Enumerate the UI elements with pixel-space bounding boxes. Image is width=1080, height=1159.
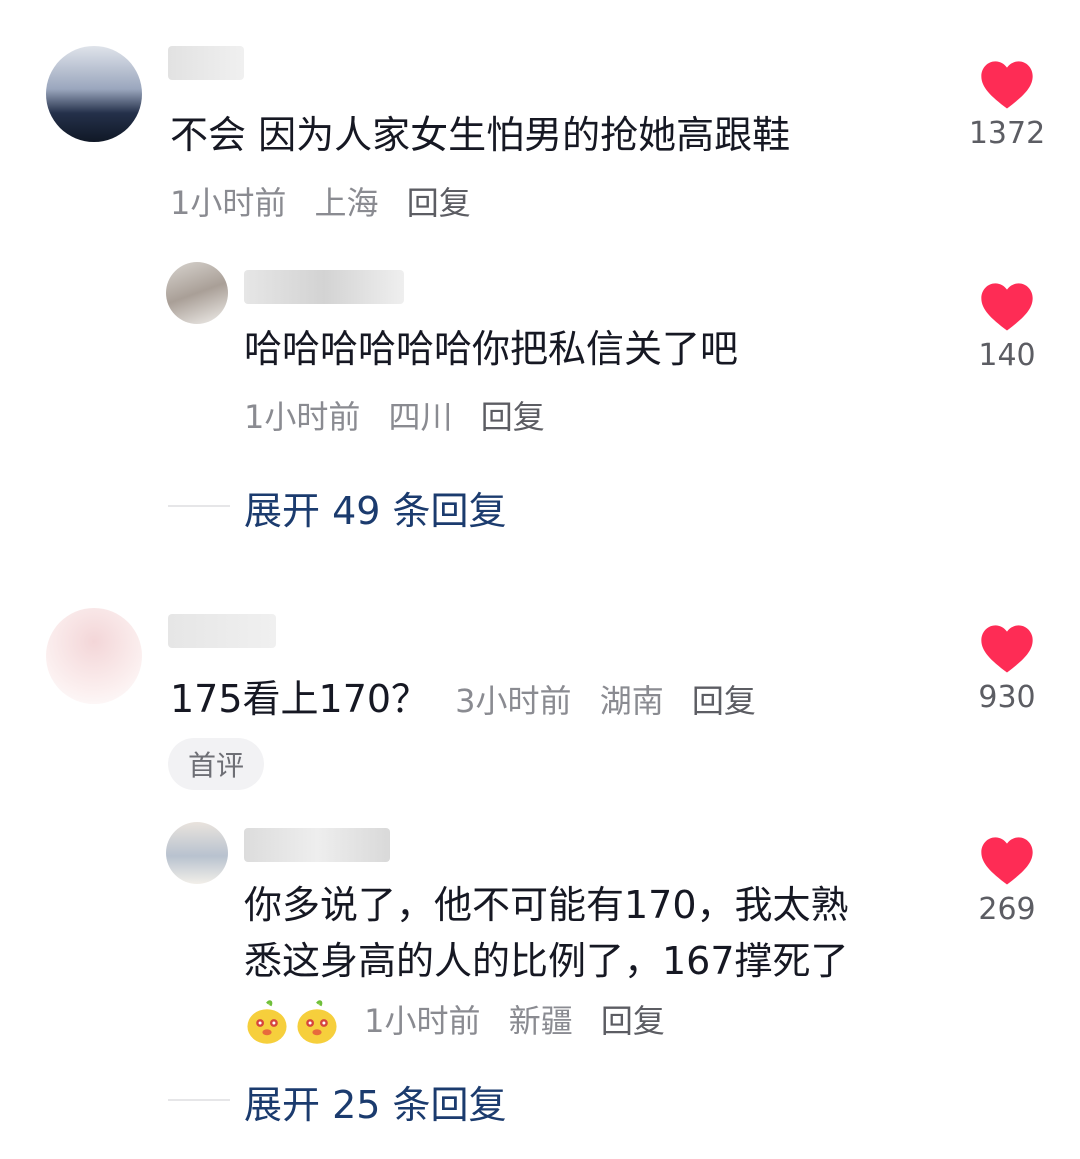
reply-button[interactable]: 回复	[692, 682, 756, 720]
reply-button[interactable]: 回复	[601, 1002, 665, 1040]
first-comment-badge: 首评	[168, 738, 265, 790]
like-button[interactable]: 140	[962, 280, 1052, 373]
heart-icon[interactable]	[979, 58, 1035, 110]
reply-username-blurred[interactable]	[244, 828, 390, 862]
reply-username-blurred[interactable]	[244, 270, 404, 304]
comment-meta: 1小时前 上海 回复	[170, 178, 471, 224]
like-button[interactable]: 269	[962, 834, 1052, 927]
username-blurred[interactable]	[168, 46, 244, 80]
comment-text: 不会 因为人家女生怕男的抢她高跟鞋	[170, 113, 791, 157]
comment-time: 3小时前	[455, 682, 572, 720]
comment-text: 175看上170？ 3小时前 湖南 回复	[170, 676, 756, 724]
like-button[interactable]: 930	[962, 622, 1052, 715]
reply-avatar[interactable]	[166, 262, 228, 324]
reply-button[interactable]: 回复	[407, 184, 471, 222]
reply-location: 四川	[388, 398, 453, 436]
expand-replies-button[interactable]: 展开 25 条回复	[244, 1074, 507, 1129]
expand-replies-button[interactable]: 展开 49 条回复	[244, 480, 507, 535]
avatar[interactable]	[46, 608, 142, 704]
reply-button[interactable]: 回复	[481, 398, 545, 436]
reply-time: 1小时前	[244, 398, 361, 436]
heart-icon[interactable]	[979, 280, 1035, 332]
chick-emoji-icon	[297, 1000, 337, 1044]
like-button[interactable]: 1372	[962, 58, 1052, 151]
like-count: 140	[978, 338, 1036, 373]
comment-text-body: 175看上170？	[170, 677, 430, 721]
like-count: 269	[978, 892, 1036, 927]
comment-time: 1小时前	[170, 184, 287, 222]
reply-avatar[interactable]	[166, 822, 228, 884]
avatar[interactable]	[46, 46, 142, 142]
reply-text: 哈哈哈哈哈哈你把私信关了吧	[244, 327, 739, 371]
username-blurred[interactable]	[168, 614, 276, 648]
heart-icon[interactable]	[979, 622, 1035, 674]
expand-divider	[168, 1099, 230, 1101]
reply-time: 1小时前	[364, 1002, 481, 1040]
comment-location: 湖南	[599, 682, 664, 720]
comment-location: 上海	[314, 184, 379, 222]
reply-meta: 1小时前 新疆 回复	[244, 996, 665, 1046]
reply-text-line: 悉这身高的人的比例了，167撑死了	[244, 939, 849, 983]
reply-meta: 1小时前 四川 回复	[244, 392, 545, 438]
reply-location: 新疆	[508, 1002, 573, 1040]
chick-emoji-icon	[247, 1000, 287, 1044]
like-count: 1372	[968, 116, 1046, 151]
like-count: 930	[978, 680, 1036, 715]
heart-icon[interactable]	[979, 834, 1035, 886]
expand-divider	[168, 505, 230, 507]
reply-text-line: 你多说了，他不可能有170，我太熟	[244, 883, 849, 927]
